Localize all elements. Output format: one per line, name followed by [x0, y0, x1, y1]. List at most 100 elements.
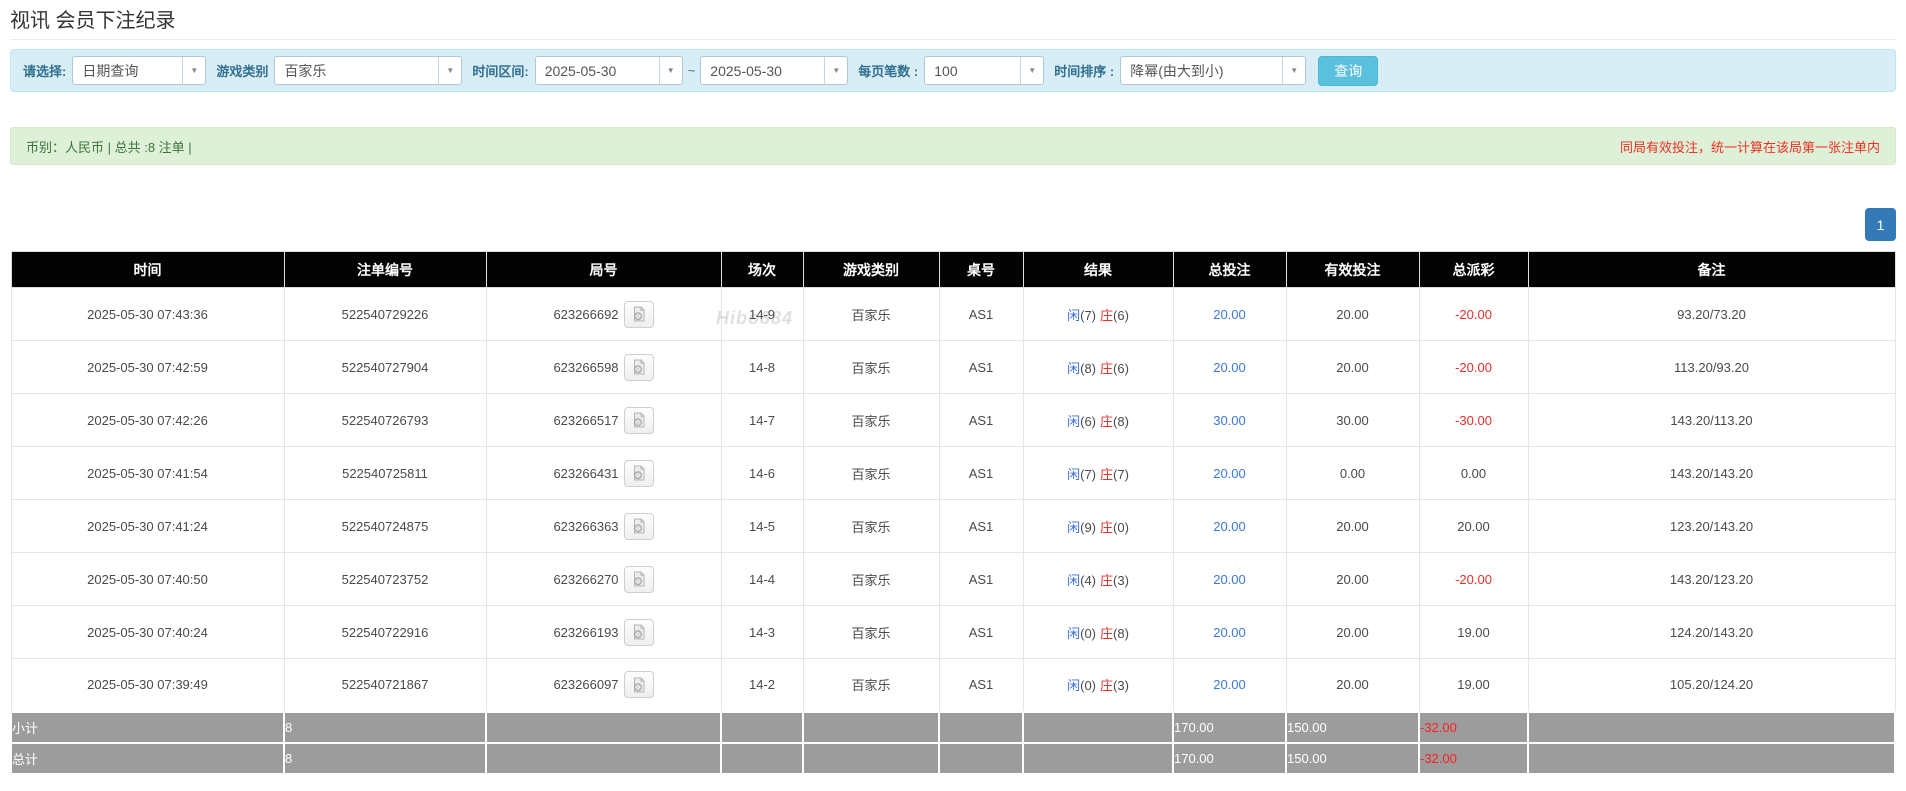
cell-round-no: 623266517 [485, 393, 722, 447]
cell-total-bet: 20.00 [1172, 446, 1287, 500]
cell-total-bet: 20.00 [1172, 287, 1287, 341]
cell-note: 123.20/143.20 [1527, 499, 1896, 553]
date-to-value: 2025-05-30 [710, 62, 782, 79]
cell-note: 143.20/123.20 [1527, 552, 1896, 606]
cell-time: 2025-05-30 07:40:24 [10, 605, 285, 659]
cell-total-bet: 20.00 [1172, 552, 1287, 606]
cell-result: 闲(6) 庄(8) [1022, 393, 1174, 447]
subtotal-total-bet: 170.00 [1172, 710, 1287, 744]
cell-valid-bet: 20.00 [1285, 605, 1420, 659]
result-player-label: 闲 [1067, 572, 1081, 588]
grand-total-count: 8 [283, 741, 487, 775]
video-playback-button[interactable] [623, 300, 654, 328]
header-table-no: 桌号 [938, 251, 1024, 288]
cell-game-type: 百家乐 [802, 340, 940, 394]
page-size-select[interactable]: 100 ▼ [924, 56, 1045, 85]
video-playback-button[interactable] [623, 406, 654, 434]
filter-label-game-type: 游戏类别 [216, 64, 269, 79]
game-type-value: 百家乐 [284, 62, 327, 79]
result-banker-value: (7) [1113, 466, 1129, 482]
video-playback-button[interactable] [623, 618, 654, 646]
result-player-value: (0) [1080, 678, 1096, 694]
cell-session: 14-6 [720, 446, 804, 500]
video-playback-button[interactable] [623, 459, 654, 487]
result-banker-label: 庄 [1100, 572, 1114, 588]
table-row: 2025-05-30 07:40:50 522540723752 6232662… [10, 552, 1896, 606]
round-no-text: 623266431 [553, 465, 619, 481]
cell-bet-no: 522540729226 [283, 287, 487, 341]
header-valid-bet: 有效投注 [1285, 251, 1420, 288]
cell-payout: -20.00 [1418, 340, 1529, 394]
table-row: 2025-05-30 07:41:24 522540724875 6232663… [10, 499, 1896, 553]
cell-round-no: 623266363 [485, 499, 722, 553]
query-type-select[interactable]: 日期查询 ▼ [72, 56, 207, 85]
result-player-label: 闲 [1067, 678, 1081, 694]
grand-total-total-bet: 170.00 [1172, 741, 1287, 775]
subtotal-payout: -32.00 [1418, 710, 1529, 744]
header-result: 结果 [1022, 251, 1174, 288]
cell-total-bet: 30.00 [1172, 393, 1287, 447]
result-banker-value: (3) [1113, 678, 1129, 694]
date-to-select[interactable]: 2025-05-30 ▼ [700, 56, 849, 85]
chevron-down-icon: ▼ [438, 57, 461, 84]
cell-table-no: AS1 [938, 393, 1024, 447]
cell-session: 14-3 [720, 605, 804, 659]
cell-game-type: 百家乐 [802, 552, 940, 606]
cell-payout: 0.00 [1418, 446, 1529, 500]
round-no-text: 623266517 [553, 412, 619, 428]
header-bet-no: 注单编号 [283, 251, 487, 288]
cell-session: 14-2 [720, 658, 804, 712]
pagination-page-1-button[interactable]: 1 [1865, 208, 1896, 241]
result-player-value: (9) [1080, 519, 1096, 535]
cell-valid-bet: 20.00 [1285, 499, 1420, 553]
cell-bet-no: 522540725811 [283, 446, 487, 500]
date-from-select[interactable]: 2025-05-30 ▼ [534, 56, 683, 85]
result-player-value: (4) [1080, 572, 1096, 588]
cell-game-type: 百家乐 [802, 446, 940, 500]
cell-table-no: AS1 [938, 340, 1024, 394]
cell-session: 14-5 [720, 499, 804, 553]
cell-time: 2025-05-30 07:41:54 [10, 446, 285, 500]
round-no-text: 623266363 [553, 518, 619, 534]
video-playback-button[interactable] [623, 671, 654, 699]
video-playback-button[interactable] [623, 512, 654, 540]
query-button[interactable]: 查询 [1318, 55, 1379, 86]
cell-total-bet: 20.00 [1172, 340, 1287, 394]
time-sort-select[interactable]: 降幂(由大到小) ▼ [1120, 56, 1307, 85]
game-type-select[interactable]: 百家乐 ▼ [274, 56, 463, 85]
cell-total-bet: 20.00 [1172, 658, 1287, 712]
result-player-value: (8) [1080, 360, 1096, 376]
chevron-down-icon: ▼ [182, 57, 205, 84]
subtotal-label: 小计 [10, 710, 285, 744]
chevron-down-icon: ▼ [658, 57, 682, 84]
cell-session: 14-9 [720, 287, 804, 341]
video-playback-button[interactable] [623, 565, 654, 593]
notice-text: 同局有效投注，统一计算在该局第一张注单内 [1619, 139, 1880, 155]
cell-note: 113.20/93.20 [1527, 340, 1896, 394]
video-file-icon [633, 465, 645, 481]
cell-total-bet: 20.00 [1172, 605, 1287, 659]
result-player-value: (6) [1080, 413, 1096, 429]
cell-valid-bet: 20.00 [1285, 287, 1420, 341]
grand-total-valid-bet: 150.00 [1285, 741, 1420, 775]
cell-payout: -30.00 [1418, 393, 1529, 447]
records-table-wrap: 时间 注单编号 局号 场次 游戏类别 桌号 结果 总投注 有效投注 总派彩 备注 [10, 251, 1896, 775]
result-player-label: 闲 [1067, 413, 1081, 429]
cell-round-no: 623266598 [485, 340, 722, 394]
cell-table-no: AS1 [938, 658, 1024, 712]
header-payout: 总派彩 [1418, 251, 1529, 288]
header-session: 场次 [720, 251, 804, 288]
cell-result: 闲(7) 庄(7) [1022, 446, 1174, 500]
cell-round-no: 623266193 [485, 605, 722, 659]
video-playback-button[interactable] [623, 353, 654, 381]
pagination: 1 [10, 208, 1896, 241]
cell-session: 14-7 [720, 393, 804, 447]
cell-valid-bet: 20.00 [1285, 340, 1420, 394]
page-size-value: 100 [934, 62, 958, 79]
result-banker-label: 庄 [1100, 625, 1114, 641]
cell-payout: -20.00 [1418, 287, 1529, 341]
currency-total-text: 币别：人民币 | 总共 :8 注单 | [26, 139, 192, 155]
video-file-icon [633, 306, 645, 322]
result-banker-value: (3) [1113, 572, 1129, 588]
cell-valid-bet: 20.00 [1285, 658, 1420, 712]
